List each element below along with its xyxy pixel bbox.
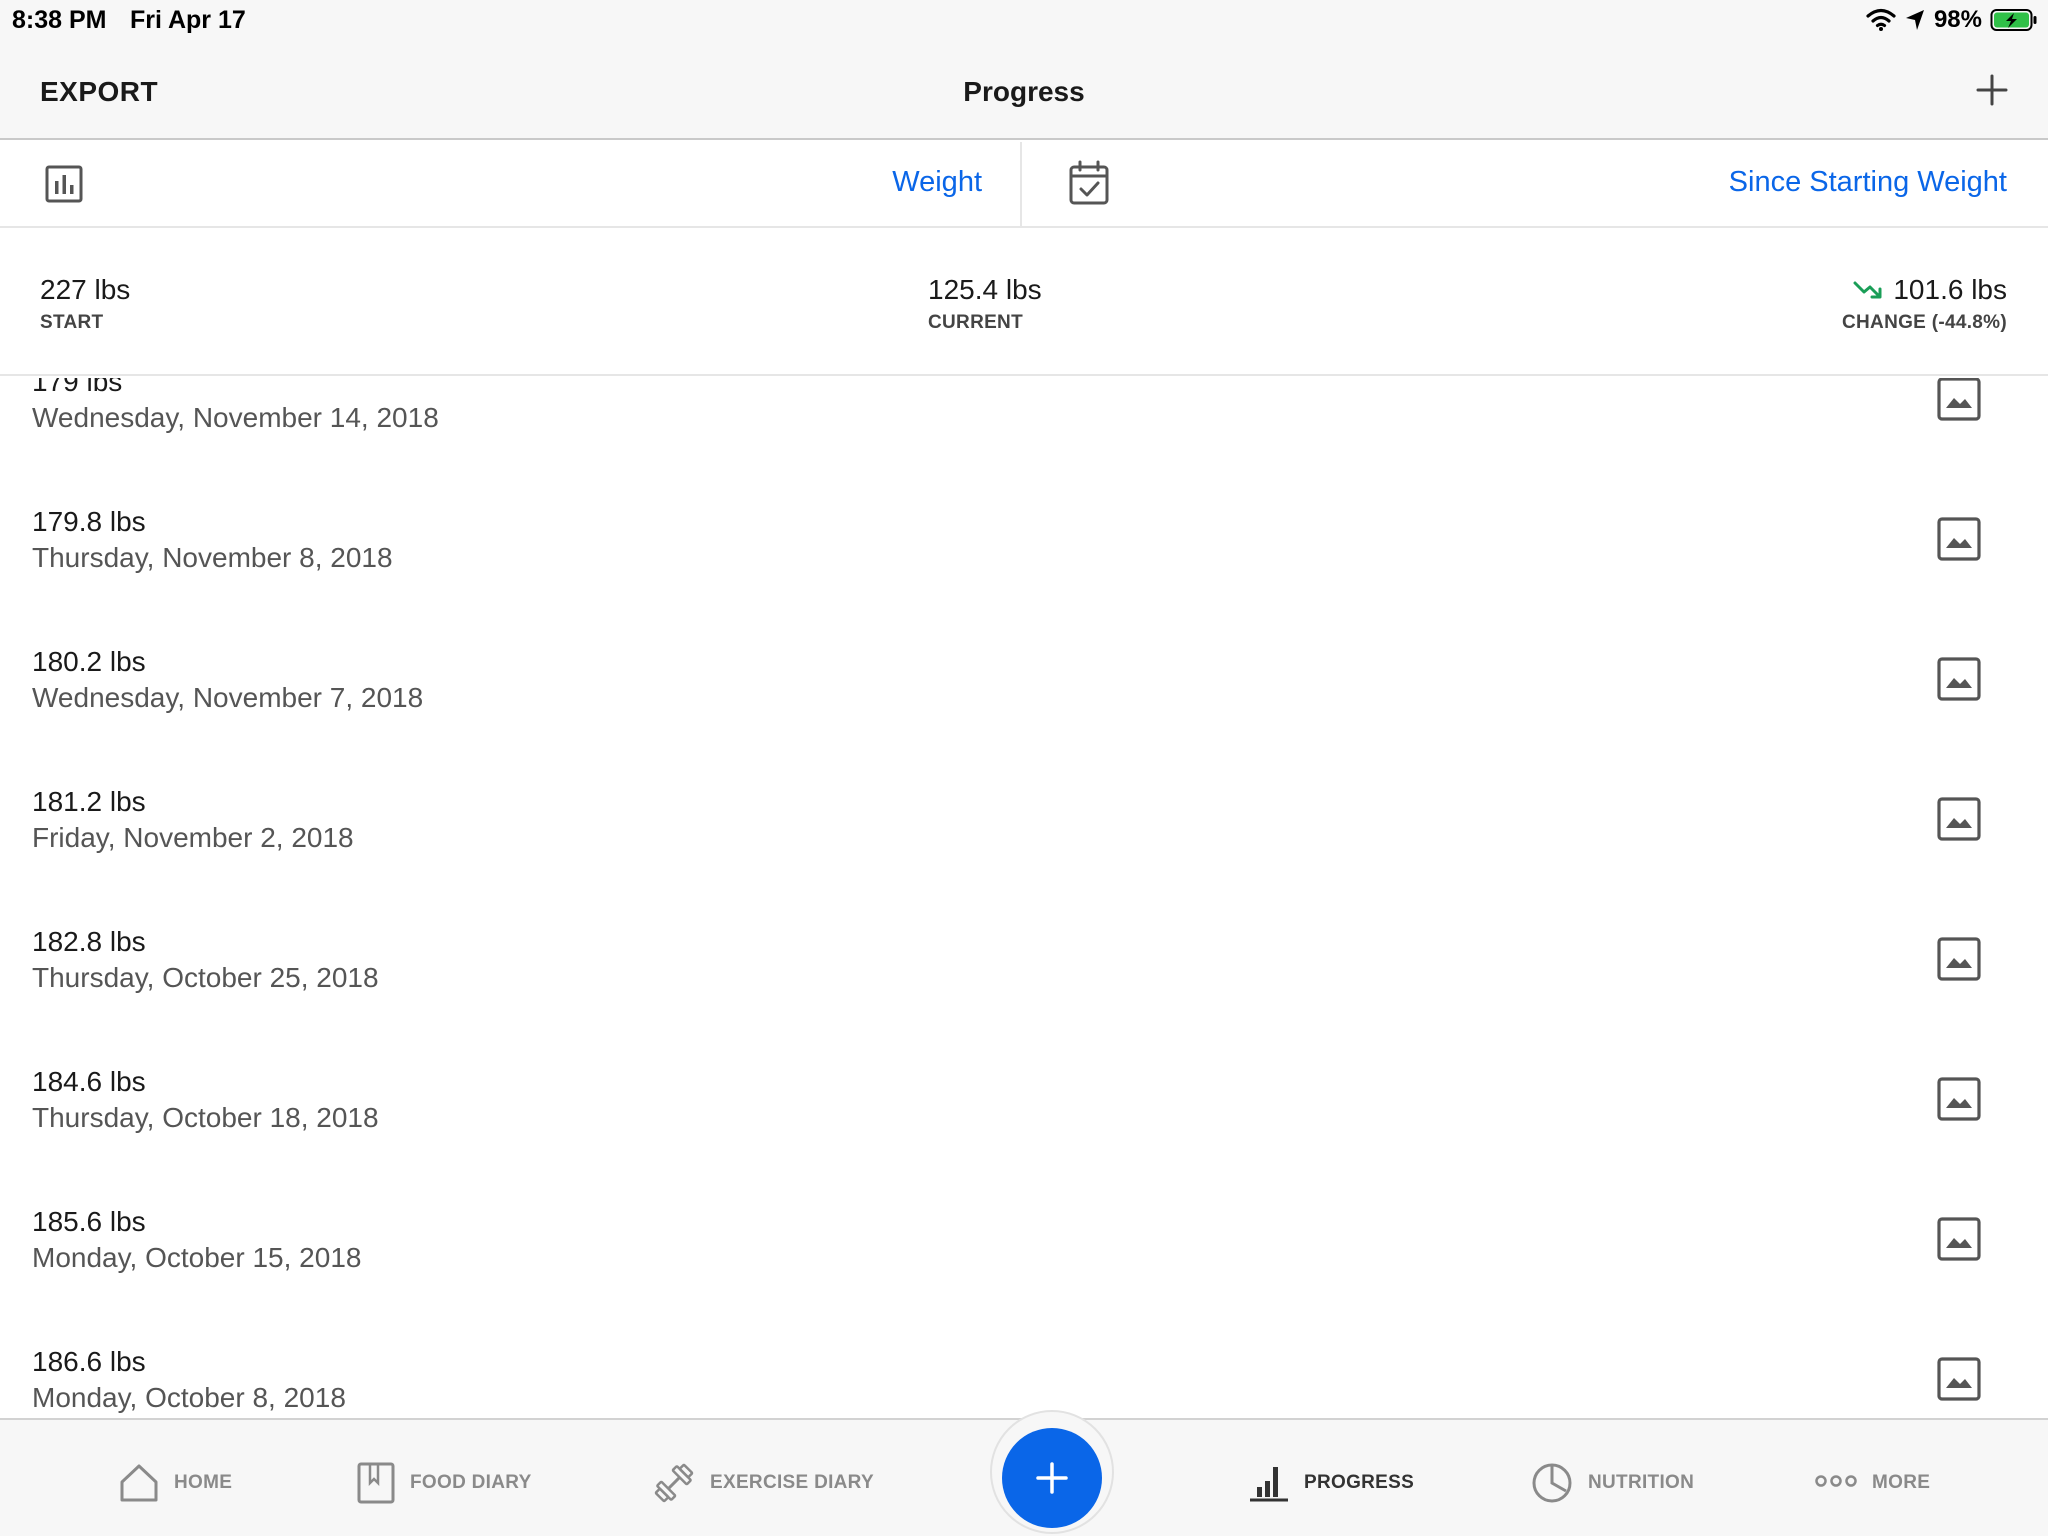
home-icon — [120, 1464, 158, 1502]
tab-nutrition[interactable]: NUTRITION — [1530, 1458, 1694, 1508]
progress-photo-icon[interactable] — [1936, 656, 1982, 702]
entry-date: Friday, November 2, 2018 — [32, 822, 354, 853]
page-title: Progress — [963, 76, 1085, 107]
entry-date: Thursday, October 25, 2018 — [32, 962, 379, 993]
list-item[interactable]: 179 lbs Wednesday, November 14, 2018 — [0, 378, 2048, 476]
progress-chart-icon — [1250, 1467, 1288, 1502]
tab-more-label: MORE — [1872, 1472, 1931, 1493]
entry-weight: 182.8 lbs — [32, 926, 146, 957]
progress-photo-icon[interactable] — [1936, 1356, 1982, 1402]
weight-entry-list[interactable]: 179 lbs Wednesday, November 14, 2018 179.8… — [0, 378, 2048, 1418]
location-arrow-icon — [1905, 10, 1924, 30]
list-item[interactable]: 186.6 lbs Monday, October 8, 2018 — [0, 1316, 2048, 1418]
entry-weight: 179 lbs — [32, 378, 123, 397]
progress-photo-icon[interactable] — [1936, 378, 1982, 422]
entry-weight: 186.6 lbs — [32, 1346, 146, 1377]
book-icon — [357, 1462, 395, 1504]
calendar-check-icon[interactable] — [1068, 160, 1110, 206]
summary-change: 101.6 lbs CHANGE (-44.8%) — [1842, 274, 2007, 334]
summary-current: 125.4 lbs CURRENT — [928, 274, 1042, 334]
entry-weight: 181.2 lbs — [32, 786, 146, 817]
entry-weight: 180.2 lbs — [32, 646, 146, 677]
pie-chart-icon — [1532, 1463, 1572, 1503]
metric-selector[interactable]: Weight — [892, 166, 982, 199]
add-entry-button[interactable] — [1964, 62, 2020, 118]
tab-exercise-diary-label: EXERCISE DIARY — [710, 1472, 874, 1493]
entry-weight: 185.6 lbs — [32, 1206, 146, 1237]
tab-home-label: HOME — [174, 1472, 233, 1493]
tab-nutrition-label: NUTRITION — [1588, 1472, 1695, 1493]
status-bar: 8:38 PM Fri Apr 17 98% — [0, 0, 2048, 40]
range-filter: Since Starting Weight — [1024, 142, 2048, 228]
dumbbell-icon — [654, 1463, 694, 1503]
battery-charging-icon — [1990, 9, 2037, 31]
entry-date: Wednesday, November 14, 2018 — [32, 402, 439, 433]
weight-entry-list-inner: 179 lbs Wednesday, November 14, 2018 179.8… — [0, 378, 2048, 1418]
range-selector[interactable]: Since Starting Weight — [1729, 166, 2007, 199]
list-item[interactable]: 184.6 lbs Thursday, October 18, 2018 — [0, 1036, 2048, 1176]
metric-filter: Weight — [0, 142, 1022, 228]
tab-home[interactable]: HOME — [118, 1458, 232, 1508]
progress-photo-icon[interactable] — [1936, 796, 1982, 842]
entry-date: Thursday, November 8, 2018 — [32, 542, 393, 573]
start-label: START — [40, 312, 104, 333]
entry-date: Wednesday, November 7, 2018 — [32, 682, 424, 713]
tab-more[interactable]: MORE — [1814, 1458, 1930, 1508]
tab-food-diary-label: FOOD DIARY — [410, 1472, 532, 1493]
bar-chart-icon[interactable] — [44, 164, 84, 204]
weight-summary: 227 lbs START 125.4 lbs CURRENT 101.6 lb… — [0, 230, 2048, 376]
trend-down-icon — [1853, 281, 1882, 299]
tab-progress-label: PROGRESS — [1304, 1472, 1415, 1493]
tab-food-diary[interactable]: FOOD DIARY — [356, 1458, 532, 1508]
progress-photo-icon[interactable] — [1936, 1076, 1982, 1122]
entry-date: Thursday, October 18, 2018 — [32, 1102, 379, 1133]
entry-weight: 184.6 lbs — [32, 1066, 146, 1097]
tab-exercise-diary[interactable]: EXERCISE DIARY — [652, 1458, 874, 1508]
change-label: CHANGE (-44.8%) — [1842, 312, 2007, 333]
list-item[interactable]: 185.6 lbs Monday, October 15, 2018 — [0, 1176, 2048, 1316]
list-item[interactable]: 181.2 lbs Friday, November 2, 2018 — [0, 756, 2048, 896]
plus-icon — [1976, 74, 2008, 106]
tab-progress[interactable]: PROGRESS — [1248, 1458, 1414, 1508]
export-button[interactable]: EXPORT — [40, 76, 158, 108]
list-item[interactable]: 179.8 lbs Thursday, November 8, 2018 — [0, 476, 2048, 616]
nav-bar: EXPORT Progress — [0, 40, 2048, 140]
current-label: CURRENT — [928, 312, 1023, 333]
wifi-icon — [1866, 8, 1896, 31]
quick-add-button[interactable] — [1002, 1428, 1102, 1528]
entry-date: Monday, October 8, 2018 — [32, 1382, 346, 1413]
progress-photo-icon[interactable] — [1936, 1216, 1982, 1262]
progress-photo-icon[interactable] — [1936, 516, 1982, 562]
filter-bar: Weight Since Starting Weight — [0, 142, 2048, 228]
plus-icon — [1036, 1462, 1068, 1494]
status-indicators: 98% — [1866, 5, 2038, 35]
summary-start: 227 lbs START — [40, 274, 130, 334]
list-item[interactable]: 180.2 lbs Wednesday, November 7, 2018 — [0, 616, 2048, 756]
battery-percent: 98% — [1933, 6, 1982, 33]
list-item[interactable]: 182.8 lbs Thursday, October 25, 2018 — [0, 896, 2048, 1036]
start-weight: 227 lbs — [40, 274, 131, 305]
status-date: Fri Apr 17 — [130, 6, 246, 34]
change-weight: 101.6 lbs — [1893, 274, 2007, 305]
more-dots-icon — [1815, 1475, 1857, 1487]
entry-date: Monday, October 15, 2018 — [32, 1242, 362, 1273]
current-weight: 125.4 lbs — [928, 274, 1042, 305]
entry-weight: 179.8 lbs — [32, 506, 146, 537]
progress-photo-icon[interactable] — [1936, 936, 1982, 982]
status-time: 8:38 PM — [12, 6, 107, 34]
